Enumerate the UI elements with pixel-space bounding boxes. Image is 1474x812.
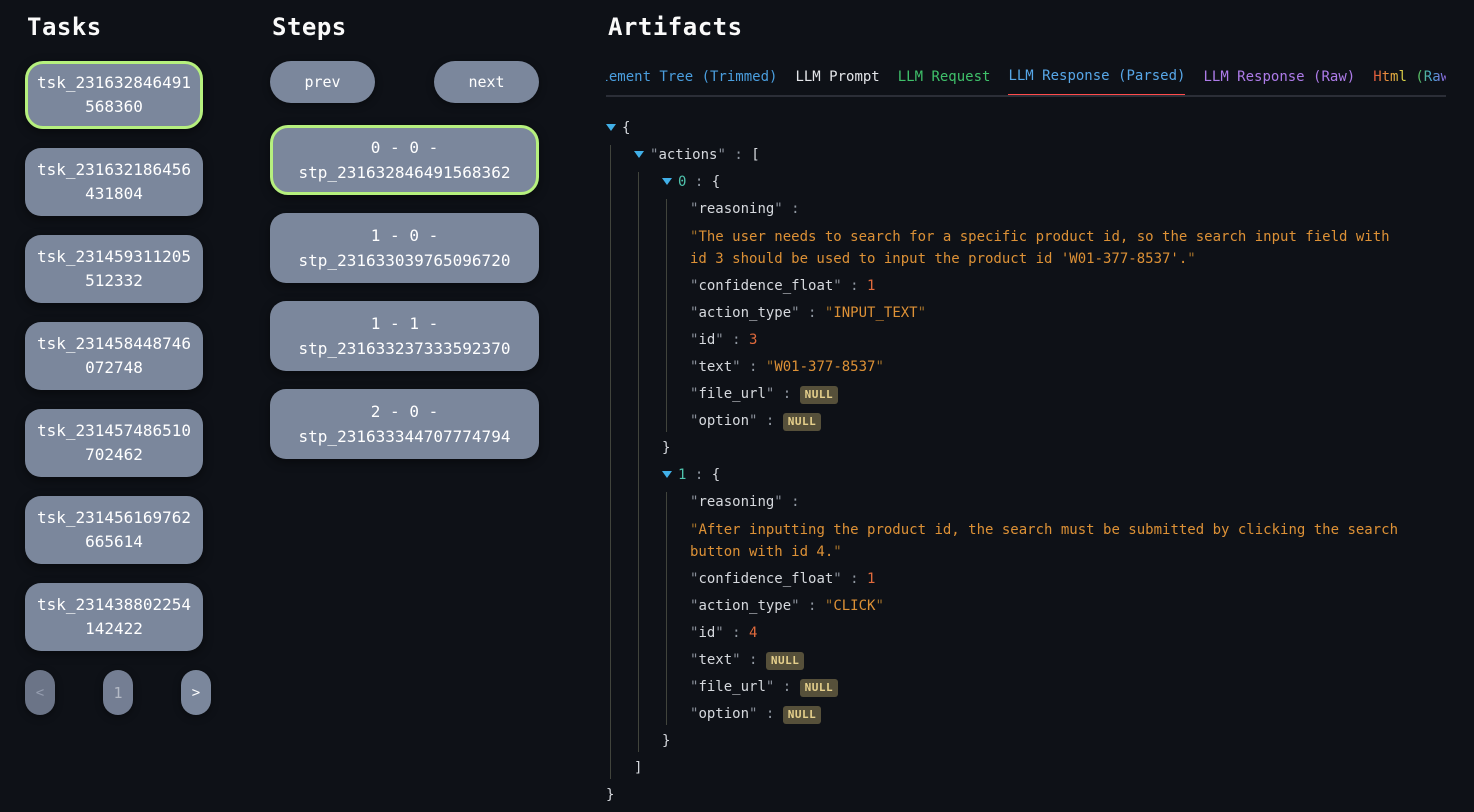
json-key: "id" [690, 625, 724, 641]
null-badge: NULL [800, 679, 839, 697]
json-string: "W01-377-8537" [766, 359, 884, 375]
tab-llm-response-raw[interactable]: LLM Response (Raw) [1203, 67, 1355, 95]
tab-llm-prompt[interactable]: LLM Prompt [795, 67, 879, 95]
json-row: "id" : 4 [690, 623, 1451, 644]
json-row: "action_type" : "CLICK" [690, 596, 1451, 617]
json-row: "id" : 3 [690, 330, 1451, 351]
tab-html-raw[interactable]: Html (Raw) [1373, 67, 1446, 95]
json-closing-bracket: } [606, 785, 1451, 806]
json-row: "confidence_float" : 1 [690, 276, 1451, 297]
pager-next-button[interactable]: > [181, 670, 211, 715]
json-root-row: { [606, 118, 1451, 139]
step-button[interactable]: 1 - 0 - stp_231633039765096720 [270, 213, 539, 283]
json-key: "text" [690, 652, 741, 668]
task-button[interactable]: tsk_231458448746072748 [25, 322, 203, 390]
task-button[interactable]: tsk_231632846491568360 [25, 61, 203, 129]
null-badge: NULL [783, 413, 822, 431]
json-row: "action_type" : "INPUT_TEXT" [690, 303, 1451, 324]
json-key: "reasoning" [690, 494, 783, 510]
json-children: 0 : { "reasoning" : "The user needs to se… [638, 172, 1451, 752]
task-button[interactable]: tsk_231457486510702462 [25, 409, 203, 477]
json-row: "option" : NULL [690, 704, 1451, 725]
tab-llm-request[interactable]: LLM Request [898, 67, 991, 95]
json-row: "text" : "W01-377-8537" [690, 357, 1451, 378]
prev-step-button[interactable]: prev [270, 61, 375, 103]
steps-title: Steps [272, 13, 539, 41]
json-number: 3 [749, 332, 757, 348]
artifact-tabs: Element Tree (Trimmed) LLM Prompt LLM Requ… [606, 67, 1446, 97]
json-key: "confidence_float" [690, 278, 842, 294]
step-button[interactable]: 1 - 1 - stp_231633237333592370 [270, 301, 539, 371]
json-key: "text" [690, 359, 741, 375]
json-closing-bracket: } [662, 438, 1451, 459]
json-key: "actions" [650, 147, 726, 163]
json-row: "confidence_float" : 1 [690, 569, 1451, 590]
tab-llm-response-parsed[interactable]: LLM Response (Parsed) [1008, 67, 1185, 97]
step-nav: prev next [270, 61, 539, 103]
json-closing-bracket: ] [634, 758, 1451, 779]
json-row: "option" : NULL [690, 411, 1451, 432]
step-list: 0 - 0 - stp_231632846491568362 1 - 0 - st… [270, 125, 539, 459]
json-children: "reasoning" : "The user needs to search … [666, 199, 1451, 432]
next-step-button[interactable]: next [434, 61, 539, 103]
task-button[interactable]: tsk_231456169762665614 [25, 496, 203, 564]
tasks-panel: Tasks tsk_231632846491568360 tsk_23163218… [25, 13, 211, 715]
tasks-pagination: < 1 > [25, 670, 211, 715]
json-key: "action_type" [690, 598, 800, 614]
json-key: "file_url" [690, 679, 774, 695]
collapse-arrow-icon[interactable] [606, 124, 616, 131]
json-number: 4 [749, 625, 757, 641]
json-row: 0 : { [662, 172, 1451, 193]
tasks-title: Tasks [27, 13, 211, 41]
json-key: "option" [690, 413, 757, 429]
json-key: "file_url" [690, 386, 774, 402]
task-button[interactable]: tsk_231438802254142422 [25, 583, 203, 651]
null-badge: NULL [800, 386, 839, 404]
step-button[interactable]: 0 - 0 - stp_231632846491568362 [270, 125, 539, 195]
task-list: tsk_231632846491568360 tsk_23163218645643… [25, 61, 211, 651]
json-tree: { "actions" : [ 0 : { "reasoning" : "The us… [606, 112, 1451, 812]
json-key: "confidence_float" [690, 571, 842, 587]
steps-panel: Steps prev next 0 - 0 - stp_231632846491… [270, 13, 539, 477]
json-row: "file_url" : NULL [690, 677, 1451, 698]
json-row: "reasoning" : [690, 492, 1451, 513]
json-key: "reasoning" [690, 201, 783, 217]
artifacts-title: Artifacts [608, 13, 1446, 41]
collapse-arrow-icon[interactable] [662, 471, 672, 478]
json-string-block: "After inputting the product id, the sea… [690, 519, 1414, 563]
json-string-block: "The user needs to search for a specific… [690, 226, 1414, 270]
pager-prev-button[interactable]: < [25, 670, 55, 715]
json-key: "option" [690, 706, 757, 722]
json-row: "file_url" : NULL [690, 384, 1451, 405]
pager-page-button[interactable]: 1 [103, 670, 133, 715]
task-button[interactable]: tsk_231459311205512332 [25, 235, 203, 303]
json-children: "actions" : [ 0 : { "reasoning" : "The use… [610, 145, 1451, 779]
json-row: "actions" : [ [634, 145, 1451, 166]
null-badge: NULL [766, 652, 805, 670]
json-string: "INPUT_TEXT" [825, 305, 926, 321]
json-key: "action_type" [690, 305, 800, 321]
tab-element-tree-trimmed[interactable]: Element Tree (Trimmed) [606, 67, 777, 95]
json-closing-bracket: } [662, 731, 1451, 752]
collapse-arrow-icon[interactable] [662, 178, 672, 185]
json-children: "reasoning" : "After inputting the produ… [666, 492, 1451, 725]
json-number: 1 [867, 571, 875, 587]
step-button[interactable]: 2 - 0 - stp_231633344707774794 [270, 389, 539, 459]
json-number: 1 [867, 278, 875, 294]
json-row: "text" : NULL [690, 650, 1451, 671]
collapse-arrow-icon[interactable] [634, 151, 644, 158]
null-badge: NULL [783, 706, 822, 724]
json-row: "reasoning" : [690, 199, 1451, 220]
json-key: "id" [690, 332, 724, 348]
task-button[interactable]: tsk_231632186456431804 [25, 148, 203, 216]
artifacts-panel: Artifacts Element Tree (Trimmed) LLM Prom… [606, 13, 1446, 97]
json-row: 1 : { [662, 465, 1451, 486]
json-string: "CLICK" [825, 598, 884, 614]
